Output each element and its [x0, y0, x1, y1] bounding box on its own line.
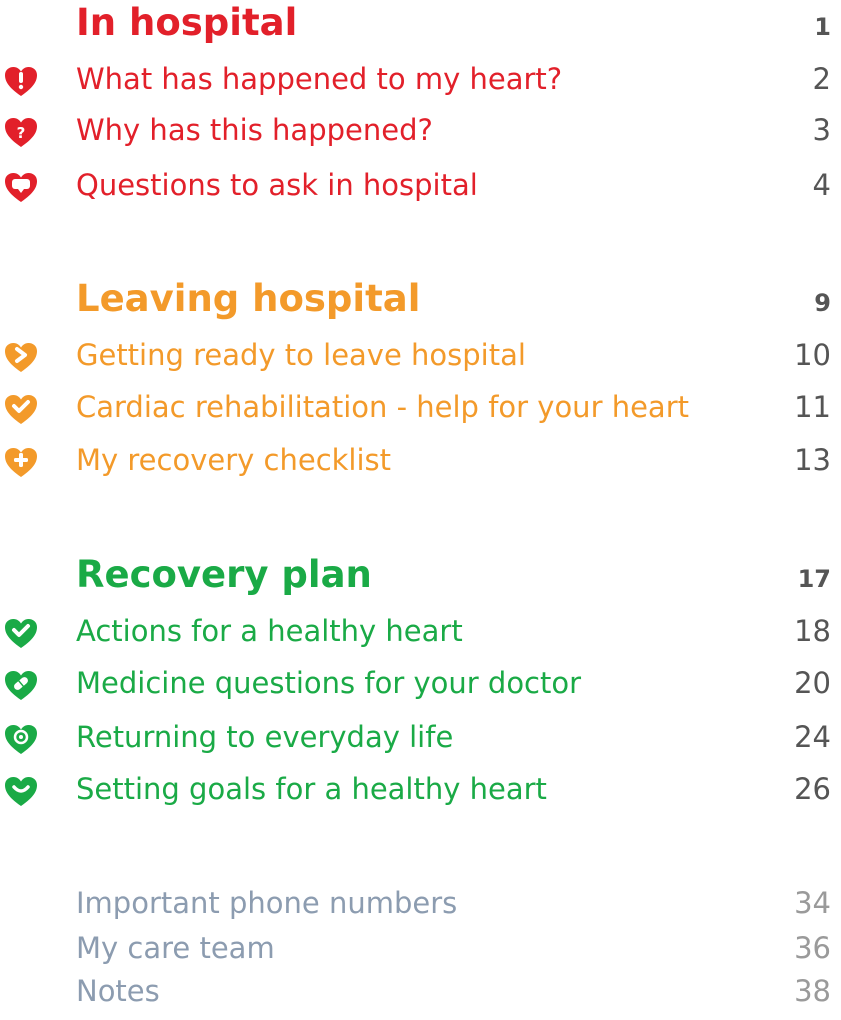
toc-entry[interactable]: Medicine questions for your doctor 20	[0, 660, 841, 712]
page-number: 34	[794, 886, 831, 920]
heart-target-icon	[4, 723, 38, 757]
toc-entry-label: What has happened to my heart?	[76, 62, 563, 96]
page-number: 2	[812, 62, 831, 96]
page-number: 38	[794, 974, 831, 1008]
toc-entry-label: Why has this happened?	[76, 113, 433, 147]
section-title: Recovery plan	[76, 553, 372, 596]
toc-entry-label: Questions to ask in hospital	[76, 168, 478, 202]
toc-entry-label: Notes	[76, 974, 160, 1008]
section-heading-in-hospital[interactable]: In hospital 1	[0, 0, 841, 52]
toc-entry[interactable]: Actions for a healthy heart 18	[0, 608, 841, 660]
page-number: 3	[812, 113, 831, 147]
page-number: 13	[794, 443, 831, 477]
page-number: 9	[814, 289, 831, 317]
toc-entry[interactable]: My recovery checklist 13	[0, 437, 841, 489]
svg-text:?: ?	[17, 124, 26, 142]
heart-question-icon: ?	[4, 116, 38, 150]
heart-speech-icon	[4, 171, 38, 205]
toc-entry-label: Important phone numbers	[76, 886, 458, 920]
section-title: In hospital	[76, 1, 298, 44]
section-heading-recovery-plan[interactable]: Recovery plan 17	[0, 552, 841, 604]
heart-exclamation-icon	[4, 65, 38, 99]
page-number: 18	[794, 614, 831, 648]
toc-entry[interactable]: Getting ready to leave hospital 10	[0, 332, 841, 384]
toc-entry[interactable]: Questions to ask in hospital 4	[0, 162, 841, 214]
toc-entry-label: Actions for a healthy heart	[76, 614, 463, 648]
toc-entry-label: Setting goals for a healthy heart	[76, 772, 547, 806]
heart-plus-icon	[4, 446, 38, 480]
page-number: 11	[794, 390, 831, 424]
toc-entry-notes[interactable]: Notes 38	[0, 968, 841, 1020]
section-heading-leaving-hospital[interactable]: Leaving hospital 9	[0, 276, 841, 328]
toc-entry[interactable]: Returning to everyday life 24	[0, 714, 841, 766]
page-number: 17	[797, 565, 831, 593]
toc-entry[interactable]: Cardiac rehabilitation - help for your h…	[0, 384, 841, 436]
toc-entry-label: Cardiac rehabilitation - help for your h…	[76, 390, 689, 424]
heart-pill-icon	[4, 669, 38, 703]
heart-check-icon	[4, 617, 38, 651]
toc-entry[interactable]: ? Why has this happened? 3	[0, 107, 841, 159]
toc-entry-label: My care team	[76, 931, 275, 965]
toc-entry[interactable]: Setting goals for a healthy heart 26	[0, 766, 841, 818]
page-number: 4	[812, 168, 831, 202]
toc-entry-label: Medicine questions for your doctor	[76, 666, 582, 700]
page-number: 36	[794, 931, 831, 965]
page-number: 20	[794, 666, 831, 700]
page-number: 26	[794, 772, 831, 806]
toc-entry[interactable]: What has happened to my heart? 2	[0, 56, 841, 108]
toc-entry-label: Getting ready to leave hospital	[76, 338, 526, 372]
page-number: 10	[794, 338, 831, 372]
section-title: Leaving hospital	[76, 277, 421, 320]
page-number: 1	[814, 13, 831, 41]
toc-entry-label: My recovery checklist	[76, 443, 392, 477]
toc-entry-label: Returning to everyday life	[76, 720, 454, 754]
page-number: 24	[794, 720, 831, 754]
heart-check-icon	[4, 393, 38, 427]
heart-smile-icon	[4, 775, 38, 809]
heart-arrow-icon	[4, 341, 38, 375]
